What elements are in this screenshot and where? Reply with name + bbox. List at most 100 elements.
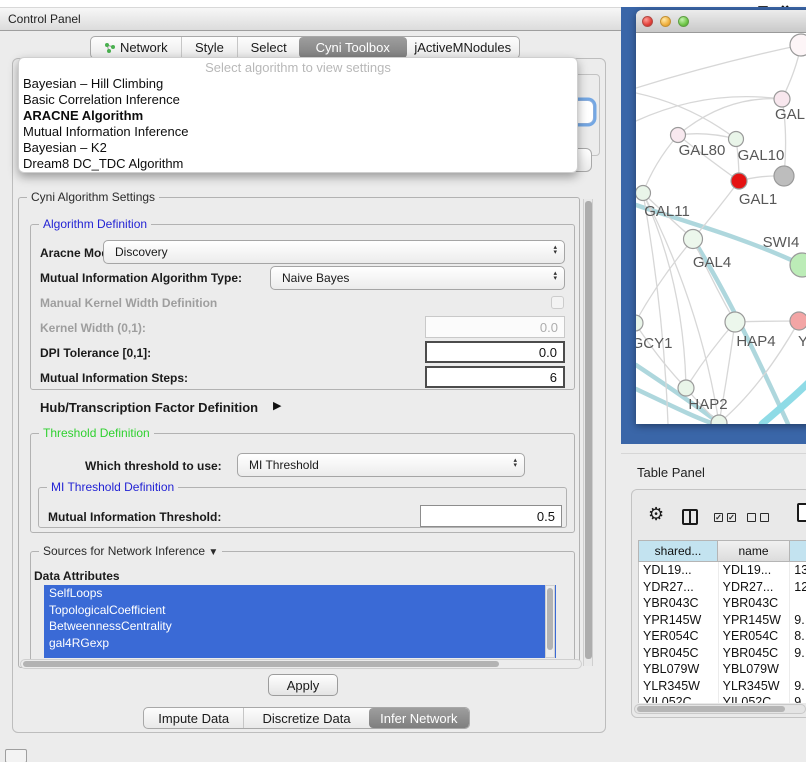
column-header-partial[interactable] <box>790 540 806 562</box>
node-unlabeled-top[interactable] <box>790 34 806 56</box>
tab-cyni-toolbox[interactable]: Cyni Toolbox <box>299 37 407 58</box>
control-panel-title: Control Panel <box>8 12 81 26</box>
tab-network[interactable]: Network <box>91 37 181 58</box>
gear-icon[interactable]: ⚙ <box>648 504 664 525</box>
tab-discretize-data[interactable]: Discretize Data <box>243 708 368 728</box>
algorithm-option[interactable]: ARACNE Algorithm <box>19 108 577 124</box>
table-horizontal-scrollbar[interactable] <box>634 704 806 714</box>
table-cell: YLR345W <box>639 678 719 695</box>
hub-tf-definition-label: Hub/Transcription Factor Definition <box>40 400 258 415</box>
table-cell: YBR043C <box>639 595 719 612</box>
node-gal10[interactable] <box>729 132 744 147</box>
tab-select-label: Select <box>251 40 287 55</box>
kernel-width-field[interactable]: 0.0 <box>425 316 565 338</box>
table-row[interactable]: YBR045CYBR045C9. <box>639 645 806 662</box>
node-hap2[interactable] <box>678 380 694 396</box>
node-y-partial[interactable] <box>790 312 806 330</box>
node-label: GAL80 <box>679 142 726 159</box>
minimize-traffic-light[interactable] <box>660 16 671 27</box>
data-attributes-list: SelfLoopsTopologicalCoefficientBetweenne… <box>44 585 556 658</box>
hub-tf-expand-icon[interactable]: ▶ <box>273 399 281 412</box>
settings-horizontal-scrollbar[interactable] <box>20 659 582 669</box>
mi-threshold-field[interactable]: 0.5 <box>420 505 562 527</box>
tab-style[interactable]: Style <box>181 37 238 58</box>
split-columns-icon[interactable] <box>682 509 698 525</box>
algorithm-option[interactable]: Bayesian – K2 <box>19 140 577 156</box>
sources-collapse-icon[interactable]: ▼ <box>208 547 218 558</box>
node-gal4[interactable] <box>684 230 703 249</box>
tab-infer-network[interactable]: Infer Network <box>369 708 469 728</box>
network-edge <box>693 239 735 322</box>
deselect-all-columns-icon[interactable] <box>747 513 769 522</box>
attribute-list-item[interactable]: BetweennessCentrality <box>44 618 556 635</box>
node-hap4[interactable] <box>725 312 745 332</box>
table-cell: YIL052C <box>639 694 719 703</box>
attribute-list-item[interactable]: TopologicalCoefficient <box>44 602 556 619</box>
table-cell: YER054C <box>639 628 719 645</box>
apply-button[interactable]: Apply <box>268 674 338 696</box>
mi-algorithm-type-combo[interactable]: Naive Bayes ▴▾ <box>270 266 565 290</box>
node-gal-partial[interactable] <box>774 91 790 107</box>
tab-jactivemnodules[interactable]: jActiveMNodules <box>407 37 519 58</box>
node-label: GAL10 <box>738 147 785 164</box>
attribute-list-item[interactable]: gal4RGexp <box>44 635 556 652</box>
mi-steps-field[interactable]: 6 <box>425 366 565 388</box>
table-cell: YDL19... <box>719 562 791 579</box>
dpi-tolerance-field[interactable]: 0.0 <box>425 341 565 363</box>
algorithm-option[interactable]: Mutual Information Inference <box>19 124 577 140</box>
attributes-list-scrollbar[interactable] <box>545 585 555 658</box>
table-cell: YBL079W <box>719 661 791 678</box>
aracne-mode-combo[interactable]: Discovery ▴▾ <box>103 240 565 264</box>
close-traffic-light[interactable] <box>642 16 653 27</box>
document-icon[interactable] <box>797 503 806 522</box>
manual-kernel-width-checkbox[interactable] <box>551 296 564 309</box>
table-row[interactable]: YER054CYER054C8. <box>639 628 806 645</box>
table-row[interactable]: YLR345WYLR345W9. <box>639 678 806 695</box>
network-edge <box>636 323 686 388</box>
network-window-titlebar[interactable] <box>636 10 806 33</box>
node-gal80[interactable] <box>671 128 686 143</box>
node-gal1[interactable] <box>731 173 747 189</box>
table-row[interactable]: YDR27...YDR27...12 <box>639 579 806 596</box>
node-gcy1[interactable] <box>636 315 643 331</box>
algorithm-dropdown-prompt: Select algorithm to view settings <box>19 58 577 76</box>
bottom-tabs: Impute Data Discretize Data Infer Networ… <box>143 707 470 729</box>
mi-threshold-value: 0.5 <box>537 509 555 524</box>
table-cell: YLR345W <box>719 678 791 695</box>
algorithm-dropdown-list: Bayesian – Hill ClimbingBasic Correlatio… <box>19 76 577 172</box>
table-row[interactable]: YBL079WYBL079W <box>639 661 806 678</box>
table-row[interactable]: YIL052CYIL052C9 <box>639 694 806 703</box>
column-header-name[interactable]: name <box>718 540 790 562</box>
zoom-traffic-light[interactable] <box>678 16 689 27</box>
column-header-shared-name[interactable]: shared... <box>638 540 718 562</box>
node-gal11[interactable] <box>636 186 651 201</box>
algorithm-option[interactable]: Basic Correlation Inference <box>19 92 577 108</box>
panel-divider <box>621 453 806 454</box>
select-all-columns-icon[interactable]: ✓✓ <box>714 513 736 522</box>
network-canvas[interactable]: GALGAL80GAL10GAL1GAL11GAL4SWI4GCY1HAP4YH… <box>636 33 806 424</box>
attribute-list-item[interactable]: SelfLoops <box>44 585 556 602</box>
algorithm-option[interactable]: Dream8 DC_TDC Algorithm <box>19 156 577 172</box>
tab-style-label: Style <box>195 40 224 55</box>
table-cell: YPR145W <box>639 612 719 629</box>
table-row[interactable]: YBR043CYBR043C <box>639 595 806 612</box>
node-swi4[interactable] <box>790 253 806 277</box>
which-threshold-combo[interactable]: MI Threshold ▴▾ <box>237 453 525 477</box>
table-cell: YIL052C <box>719 694 791 703</box>
algorithm-option[interactable]: Bayesian – Hill Climbing <box>19 76 577 92</box>
table-row[interactable]: YPR145WYPR145W9. <box>639 612 806 629</box>
settings-vertical-scrollbar[interactable] <box>583 199 593 666</box>
minimized-panel-chip[interactable] <box>5 749 27 762</box>
node-label: GAL1 <box>739 191 777 208</box>
dpi-tolerance-label: DPI Tolerance [0,1]: <box>40 346 151 360</box>
algorithm-definition-title: Algorithm Definition <box>39 217 151 231</box>
tab-jactivemnodules-label: jActiveMNodules <box>414 40 511 55</box>
which-threshold-value: MI Threshold <box>249 458 319 472</box>
stepper-icon: ▴▾ <box>513 458 517 468</box>
table-cell: 9. <box>790 612 806 629</box>
node-gray[interactable] <box>774 166 794 186</box>
table-row[interactable]: YDL19...YDL19...13 <box>639 562 806 579</box>
mi-steps-label: Mutual Information Steps: <box>40 371 188 385</box>
tab-select[interactable]: Select <box>237 37 299 58</box>
tab-impute-data[interactable]: Impute Data <box>144 708 243 728</box>
